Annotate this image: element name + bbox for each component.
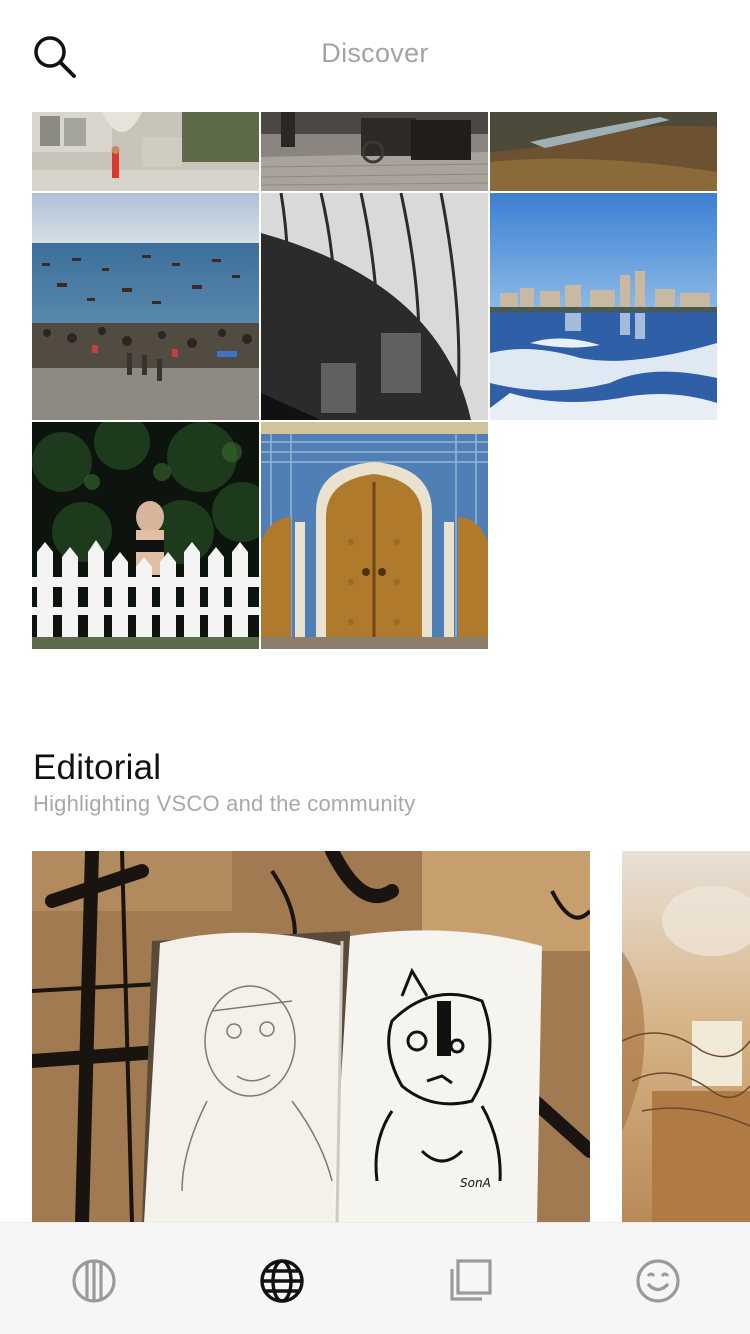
section-title: Editorial: [33, 748, 162, 787]
tab-profile[interactable]: [630, 1253, 686, 1309]
tab-feed[interactable]: [66, 1253, 122, 1309]
photo-city-lake[interactable]: [490, 193, 717, 420]
photo-beach-boats[interactable]: [32, 193, 259, 420]
globe-icon: [260, 1259, 304, 1303]
photo-ornate-door[interactable]: [261, 422, 488, 649]
photo-hills-river[interactable]: [490, 112, 717, 191]
page-title: Discover: [321, 38, 429, 68]
photo-building-curve[interactable]: [261, 193, 488, 420]
section-subtitle: Highlighting VSCO and the community: [33, 791, 416, 816]
tab-studio[interactable]: [442, 1253, 498, 1309]
bottom-tab-bar: [0, 1222, 750, 1334]
feed-icon: [72, 1259, 116, 1303]
editorial-sketchbook[interactable]: SonA: [32, 851, 590, 1223]
editorial-barbed-wire[interactable]: [622, 851, 750, 1223]
photo-plaza-child[interactable]: [32, 112, 259, 191]
sketch-signature: SonA: [460, 1176, 491, 1190]
studio-icon: [450, 1259, 492, 1301]
top-bar: Discover: [0, 0, 750, 112]
photo-carriage-street[interactable]: [261, 112, 488, 191]
tab-discover[interactable]: [254, 1253, 310, 1309]
photo-fence-woman[interactable]: [32, 422, 259, 649]
smiley-icon: [636, 1259, 680, 1303]
